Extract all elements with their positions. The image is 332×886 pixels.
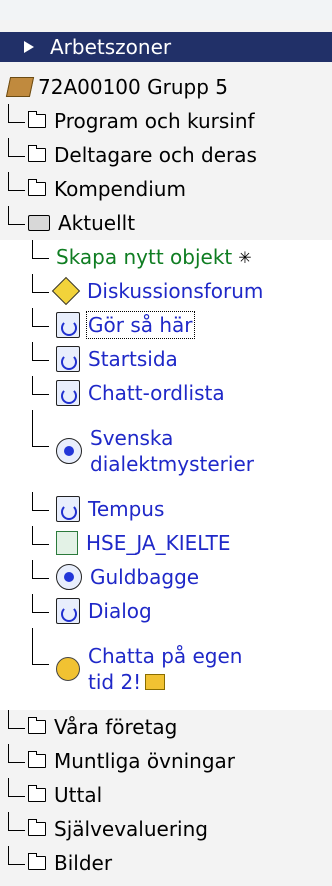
item-label-group: Chatta på egen tid 2! [88, 643, 242, 695]
tree-branch [32, 240, 49, 259]
item-label: Guldbagge [90, 565, 200, 589]
item-label: Skapa nytt objekt [56, 245, 233, 269]
course-icon [5, 77, 35, 97]
tree-branch [8, 206, 25, 225]
web-link-icon [56, 438, 82, 464]
chat-icon [56, 657, 80, 681]
course-label: 72A00100 Grupp 5 [38, 75, 228, 99]
tree-folder[interactable]: Program och kursinf [0, 104, 332, 138]
folder-label: Kompendium [54, 177, 186, 201]
item-label: Diskussionsforum [87, 279, 264, 303]
tree-branch [8, 744, 25, 763]
item-label-line2: tid 2! [88, 670, 142, 694]
tree-branch [8, 138, 25, 157]
header-title: Arbetszoner [50, 35, 172, 59]
tree-branch [32, 560, 49, 579]
folder-label: Aktuellt [58, 211, 136, 235]
tree-folder[interactable]: Uttal [0, 778, 332, 812]
folder-icon [27, 785, 46, 802]
tree-branch [32, 274, 49, 293]
expand-triangle-icon[interactable] [24, 41, 34, 53]
tree-branch [32, 376, 49, 395]
tree-branch [8, 104, 25, 123]
tree-folder[interactable]: Deltagare och deras [0, 138, 332, 172]
folder-icon [27, 819, 46, 836]
open-folder-icon [28, 215, 50, 231]
folder-label: Program och kursinf [54, 109, 255, 133]
folder-link-icon [145, 674, 166, 690]
tree-branch [32, 492, 49, 511]
page-icon [56, 380, 80, 406]
page-icon [56, 496, 80, 522]
star-icon: ✳ [238, 247, 252, 267]
document-icon [56, 531, 78, 555]
tree-folder[interactable]: Kompendium [0, 172, 332, 206]
item-label-line1: Svenska [90, 426, 174, 450]
folder-label: Bilder [54, 851, 113, 875]
item-label: Dialog [88, 599, 152, 623]
tree-item[interactable]: Chatt-ordlista [0, 376, 332, 410]
folder-label: Muntliga övningar [54, 749, 236, 773]
page-icon [56, 312, 80, 338]
tree-branch [8, 846, 25, 865]
item-label: Tempus [88, 497, 165, 521]
folder-label: Självevaluering [54, 817, 208, 841]
folder-icon [27, 853, 46, 870]
item-label: Startsida [88, 347, 178, 371]
tree-item[interactable]: Tempus [0, 492, 332, 526]
tree-item[interactable]: Svenska dialektmysterier [0, 410, 332, 492]
workzones-header[interactable]: Arbetszoner [0, 32, 332, 62]
tree-folder-open[interactable]: Aktuellt [0, 206, 332, 240]
tree-item[interactable]: Startsida [0, 342, 332, 376]
tree-branch [32, 526, 49, 545]
folder-icon [27, 751, 46, 768]
folder-icon [27, 179, 46, 196]
tree-branch [32, 628, 49, 665]
folder-icon [27, 145, 46, 162]
tree-branch [32, 342, 49, 361]
item-label-line2: dialektmysterier [90, 452, 254, 476]
tree-branch [8, 172, 25, 191]
tree-branch [32, 308, 49, 327]
forum-icon [51, 276, 81, 306]
tree-branch [32, 594, 49, 613]
item-label-line1: Chatta på egen [88, 644, 243, 668]
item-label-group: Svenska dialektmysterier [90, 425, 254, 477]
tree-item[interactable]: Chatta på egen tid 2! [0, 628, 332, 710]
page-icon [56, 346, 80, 372]
course-root[interactable]: 72A00100 Grupp 5 [0, 70, 332, 104]
tree-item[interactable]: Guldbagge [0, 560, 332, 594]
item-label: Gör så här [86, 311, 195, 339]
tree-item[interactable]: HSE_JA_KIELTE [0, 526, 332, 560]
tree-branch [8, 778, 25, 797]
folder-label: Våra företag [54, 715, 178, 739]
tree-folder[interactable]: Våra företag [0, 710, 332, 744]
tree-branch [8, 812, 25, 831]
tree-folder[interactable]: Självevaluering [0, 812, 332, 846]
tree-branch [8, 710, 25, 729]
item-label: Chatt-ordlista [88, 381, 225, 405]
tree-folder[interactable]: Bilder [0, 846, 332, 880]
tree-item[interactable]: Diskussionsforum [0, 274, 332, 308]
tree-branch [32, 410, 49, 447]
page-icon [56, 598, 80, 624]
folder-label: Deltagare och deras [54, 143, 257, 167]
item-label: HSE_JA_KIELTE [86, 531, 231, 555]
folder-label: Uttal [54, 783, 103, 807]
tree-folder[interactable]: Muntliga övningar [0, 744, 332, 778]
item-label-line2-wrap: tid 2! [88, 669, 242, 695]
folder-icon [27, 717, 46, 734]
tree-item[interactable]: Gör så här [0, 308, 332, 342]
folder-icon [27, 111, 46, 128]
tree-item[interactable]: Dialog [0, 594, 332, 628]
web-link-icon [56, 564, 82, 590]
create-object-link[interactable]: Skapa nytt objekt ✳ [0, 240, 332, 274]
